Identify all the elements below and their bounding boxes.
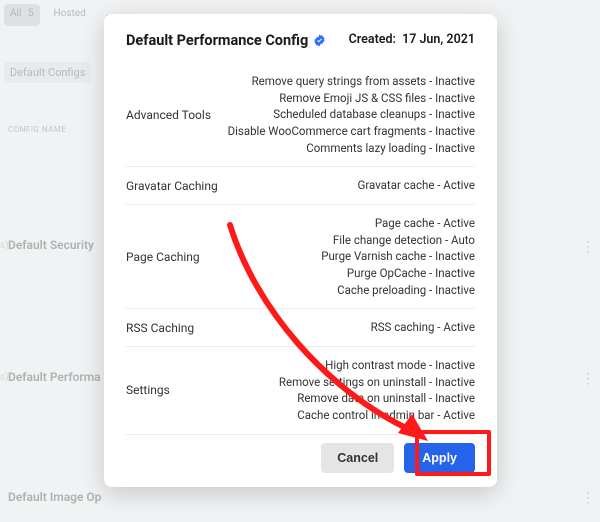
config-section-item: Scheduled database cleanups - Inactive: [228, 106, 475, 123]
config-section: Page Caching Page cache - ActiveFile chan…: [126, 205, 475, 309]
config-section-item: Gravatar cache - Active: [358, 177, 475, 194]
config-section-item: Cache preloading - Inactive: [321, 282, 475, 299]
config-section: RSS Caching RSS caching - Active: [126, 309, 475, 347]
config-section-label: Gravatar Caching: [126, 179, 218, 193]
config-section-items: RSS caching - Active: [371, 319, 475, 336]
config-section-item: Cache control in admin bar - Active: [279, 407, 475, 424]
dialog-footer: Cancel Apply: [126, 435, 475, 473]
config-section-item: Comments lazy loading - Inactive: [228, 140, 475, 157]
verified-icon: [313, 34, 326, 47]
config-section-items: High contrast mode - InactiveRemove sett…: [279, 357, 475, 424]
tab-all[interactable]: All 5: [4, 4, 40, 26]
config-section: Gravatar Caching Gravatar cache - Active: [126, 167, 475, 205]
config-row-security-actions[interactable]: ⋮: [582, 236, 594, 258]
config-section: SettingsHigh contrast mode - InactiveRem…: [126, 347, 475, 435]
config-row-performance-actions[interactable]: ⋮: [582, 368, 594, 390]
config-section-items: Gravatar cache - Active: [358, 177, 475, 194]
config-section-item: High contrast mode - Inactive: [279, 357, 475, 374]
config-dialog: Default Performance Config Created: 17 J…: [104, 14, 497, 487]
config-section: Advanced Tools Remove query strings from …: [126, 63, 475, 167]
config-row-image-actions[interactable]: ⋮: [582, 487, 594, 509]
config-section-item: Disable WooCommerce cart fragments - Ina…: [228, 123, 475, 140]
default-configs-button[interactable]: Default Configs: [4, 62, 91, 83]
config-section-items: Remove query strings from assets - Inact…: [228, 73, 475, 156]
column-header-config-name: CONFIG NAME: [8, 125, 66, 134]
tab-all-label: All: [10, 8, 21, 19]
config-row-image-label: Default Image Op: [8, 490, 101, 504]
config-section-item: Remove settings on uninstall - Inactive: [279, 374, 475, 391]
config-section-label: Page Caching: [126, 250, 200, 264]
apply-button[interactable]: Apply: [404, 443, 475, 473]
dialog-body: Advanced Tools Remove query strings from …: [126, 63, 475, 435]
dialog-title-text: Default Performance Config: [126, 32, 308, 49]
dialog-created-label: Created:: [349, 32, 396, 47]
tab-all-badge: 5: [28, 8, 34, 19]
config-section-item: Remove Emoji JS & CSS files - Inactive: [228, 90, 475, 107]
config-section-item: Remove data on uninstall - Inactive: [279, 390, 475, 407]
config-section-item: File change detection - Auto: [321, 232, 475, 249]
config-section-label: Advanced Tools: [126, 108, 211, 122]
cancel-button[interactable]: Cancel: [321, 443, 394, 473]
config-section-label: Settings: [126, 383, 170, 397]
config-section-item: Purge Varnish cache - Inactive: [321, 248, 475, 265]
dialog-header: Default Performance Config Created: 17 J…: [126, 32, 475, 49]
dialog-created: Created: 17 Jun, 2021: [349, 32, 475, 47]
config-section-item: Page cache - Active: [321, 215, 475, 232]
config-section-item: Remove query strings from assets - Inact…: [228, 73, 475, 90]
config-row-image[interactable]: Default Image Op: [0, 490, 600, 504]
dialog-created-date: 17 Jun, 2021: [402, 32, 475, 47]
dialog-title: Default Performance Config: [126, 32, 326, 49]
tab-hosted[interactable]: Hosted: [48, 4, 92, 26]
config-section-item: RSS caching - Active: [371, 319, 475, 336]
config-section-items: Page cache - ActiveFile change detection…: [321, 215, 475, 298]
config-section-item: Purge OpCache - Inactive: [321, 265, 475, 282]
config-section-label: RSS Caching: [126, 321, 194, 335]
